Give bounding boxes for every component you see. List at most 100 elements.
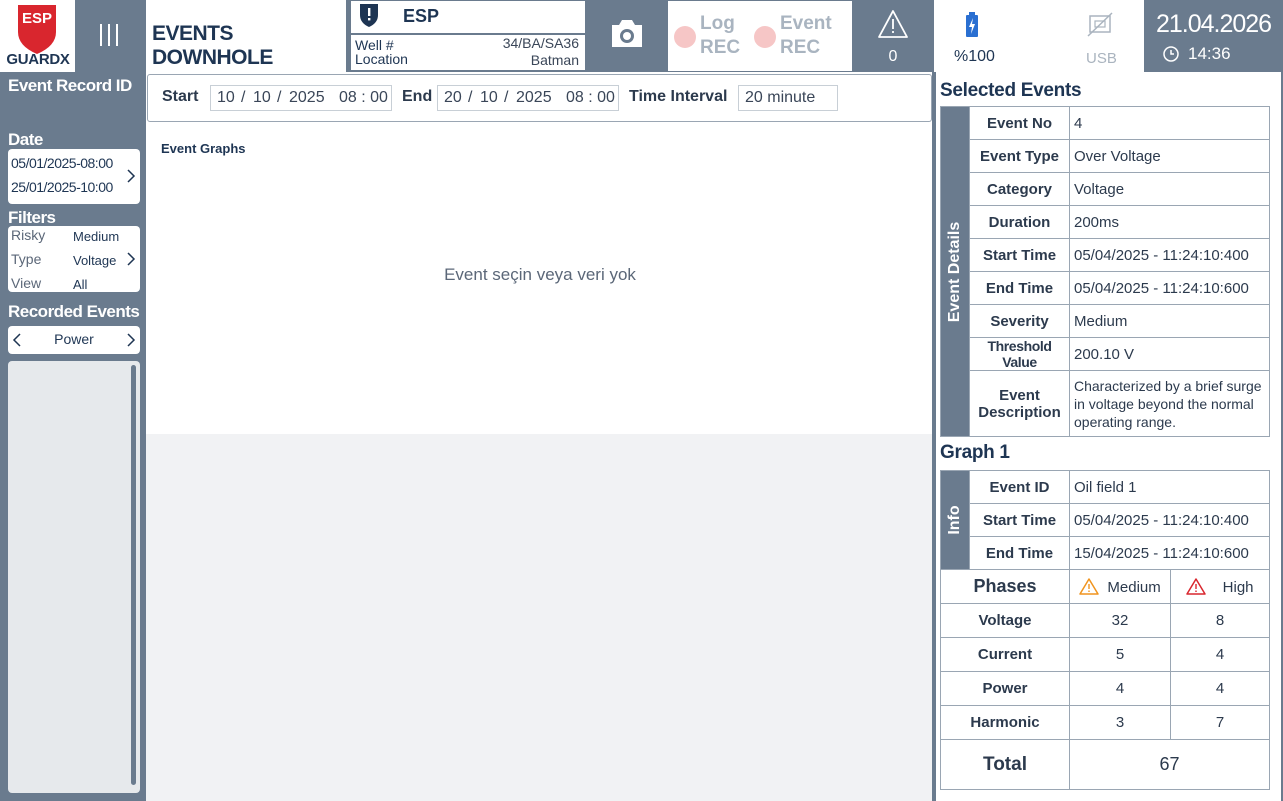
alarm-button[interactable]: 0 bbox=[855, 0, 931, 72]
info-value: 05/04/2025 - 11:24:10:400 bbox=[1069, 503, 1270, 537]
table-row: Power 4 4 bbox=[940, 671, 1270, 706]
recorded-events-list[interactable] bbox=[8, 361, 140, 793]
filter-view-key: View bbox=[11, 275, 42, 291]
detail-value: 200ms bbox=[1069, 205, 1270, 239]
detail-key: End Time bbox=[969, 271, 1070, 305]
graph1-title: Graph 1 bbox=[940, 442, 1010, 463]
total-label: Total bbox=[940, 739, 1070, 790]
event-rec-indicator bbox=[754, 26, 776, 48]
info-key: Event ID bbox=[969, 470, 1070, 504]
end-year[interactable]: 2025 bbox=[516, 86, 552, 110]
detail-key: Category bbox=[969, 172, 1070, 206]
brand-bottom: GUARDX bbox=[6, 51, 70, 68]
filters-selector[interactable]: Risky Medium Type Voltage View All bbox=[8, 226, 140, 292]
end-time[interactable]: 08 : 00 bbox=[566, 86, 615, 110]
brand-top: ESP bbox=[21, 10, 52, 27]
detail-key: Event No bbox=[969, 106, 1070, 140]
alarm-count: 0 bbox=[888, 48, 898, 65]
detail-value: 200.10 V bbox=[1069, 337, 1270, 371]
lower-empty-area bbox=[146, 434, 934, 801]
chevron-right-icon bbox=[127, 252, 136, 266]
start-month[interactable]: 10 bbox=[253, 86, 271, 110]
start-datetime-field[interactable]: 10 / 10 / 2025 08 : 00 bbox=[210, 85, 392, 111]
event-rec-line2: REC bbox=[780, 37, 821, 58]
page-title-box: EVENTS DOWNHOLE bbox=[146, 0, 346, 72]
menu-icon bbox=[100, 24, 118, 46]
total-row: Total 67 bbox=[940, 739, 1270, 790]
current-date: 21.04.2026 bbox=[1155, 10, 1272, 38]
usb-label: USB bbox=[1086, 50, 1117, 67]
current-time: 14:36 bbox=[1188, 44, 1231, 63]
table-row: Current 5 4 bbox=[940, 637, 1270, 672]
well-value: 34/BA/SA36 bbox=[502, 35, 579, 51]
log-rec-indicator bbox=[674, 26, 696, 48]
end-month[interactable]: 10 bbox=[480, 86, 498, 110]
detail-key: Severity bbox=[969, 304, 1070, 338]
detail-key: Start Time bbox=[969, 238, 1070, 272]
info-key: Start Time bbox=[969, 503, 1070, 537]
filter-risky-value: Medium bbox=[73, 229, 120, 244]
log-rec-line1: Log bbox=[700, 13, 735, 34]
end-day[interactable]: 20 bbox=[444, 86, 462, 110]
filters-label: Filters bbox=[8, 208, 56, 227]
event-details-table: Event Details Event No 4 Event Type Over … bbox=[940, 106, 1270, 437]
screenshot-button[interactable] bbox=[589, 0, 665, 72]
date-to: 25/01/2025-10:00 bbox=[11, 179, 113, 195]
warning-high-icon bbox=[1186, 578, 1207, 595]
phase-medium-count: 3 bbox=[1069, 705, 1171, 740]
location-value: Batman bbox=[530, 52, 579, 68]
empty-graph-message: Event seçin veya veri yok bbox=[444, 265, 636, 284]
esp-title: ESP bbox=[403, 6, 440, 26]
time-interval-select[interactable]: 20 minute bbox=[738, 85, 838, 111]
info-value: Oil field 1 bbox=[1069, 470, 1270, 504]
top-bar: ESP GUARDX EVENTS DOWNHOLE ESP Well # 34… bbox=[0, 0, 1283, 72]
app-logo: ESP GUARDX bbox=[0, 0, 76, 72]
phase-medium-count: 32 bbox=[1069, 603, 1171, 638]
phases-header: Phases bbox=[940, 569, 1070, 604]
graph1-info-table: Info Event ID Oil field 1 Start Time 05/0… bbox=[940, 470, 1270, 570]
camera-icon bbox=[612, 20, 642, 47]
phases-table: Phases Medium High Voltage 32 8 Current … bbox=[940, 569, 1270, 790]
medium-label: Medium bbox=[1107, 579, 1161, 596]
phase-high-count: 4 bbox=[1170, 671, 1270, 706]
start-day[interactable]: 10 bbox=[217, 86, 235, 110]
detail-value: 05/04/2025 - 11:24:10:400 bbox=[1069, 238, 1270, 272]
esp-info-box[interactable]: ESP Well # 34/BA/SA36 Location Batman bbox=[349, 0, 587, 72]
date-range-selector[interactable]: 05/01/2025-08:00 25/01/2025-10:00 bbox=[8, 149, 140, 204]
detail-value: 05/04/2025 - 11:24:10:600 bbox=[1069, 271, 1270, 305]
event-rec-button[interactable]: Event REC bbox=[752, 9, 852, 65]
log-rec-button[interactable]: Log REC bbox=[670, 9, 756, 65]
chevron-right-icon bbox=[127, 169, 136, 183]
medium-column-header: Medium bbox=[1069, 569, 1171, 604]
info-side-label: Info bbox=[940, 470, 970, 570]
start-year[interactable]: 2025 bbox=[289, 86, 325, 110]
date-separator: / bbox=[504, 89, 509, 106]
clock-icon bbox=[1163, 46, 1179, 62]
phase-name: Current bbox=[940, 637, 1070, 672]
clock-box: 21.04.2026 14:36 bbox=[1144, 0, 1283, 72]
start-time[interactable]: 08 : 00 bbox=[339, 86, 388, 110]
location-label: Location bbox=[355, 51, 408, 67]
chevron-right-icon[interactable] bbox=[126, 332, 136, 348]
detail-value: 4 bbox=[1069, 106, 1270, 140]
end-datetime-field[interactable]: 20 / 10 / 2025 08 : 00 bbox=[437, 85, 619, 111]
detail-key: Threshold Value bbox=[969, 337, 1070, 371]
phase-name: Power bbox=[940, 671, 1070, 706]
warning-medium-icon bbox=[1079, 578, 1099, 595]
warning-icon bbox=[878, 10, 908, 38]
phase-name: Harmonic bbox=[940, 705, 1070, 740]
log-rec-line2: REC bbox=[700, 37, 741, 58]
list-scrollbar[interactable] bbox=[131, 365, 136, 785]
event-details-side-label: Event Details bbox=[940, 106, 970, 437]
recorded-events-selector[interactable]: Power bbox=[8, 326, 140, 354]
date-separator: / bbox=[468, 89, 473, 106]
filter-risky-key: Risky bbox=[11, 227, 46, 243]
menu-button[interactable] bbox=[77, 0, 145, 72]
table-row: Harmonic 3 7 bbox=[940, 705, 1270, 740]
info-key: End Time bbox=[969, 536, 1070, 570]
usb-disconnected-icon bbox=[1087, 12, 1113, 37]
time-filter-bar: Start 10 / 10 / 2025 08 : 00 End 20 / 10… bbox=[147, 74, 932, 122]
time-interval-label: Time Interval bbox=[629, 88, 728, 105]
battery-charging-icon bbox=[966, 12, 978, 37]
filter-type-value: Voltage bbox=[73, 253, 117, 268]
